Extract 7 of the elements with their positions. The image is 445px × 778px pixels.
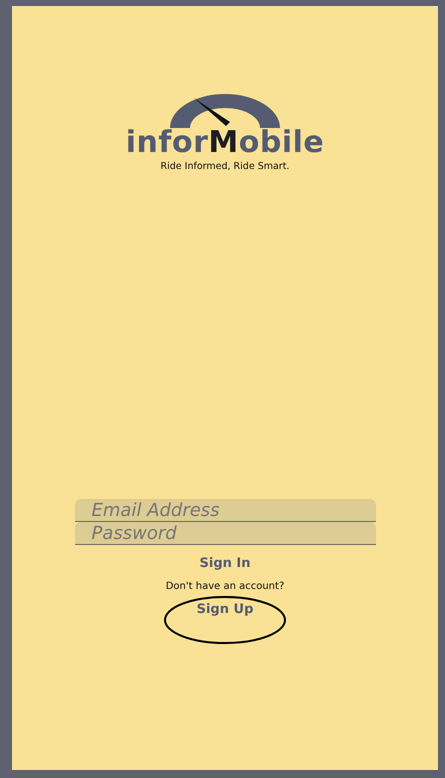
logo-wordmark: inforMobile xyxy=(126,128,324,158)
sign-up-button[interactable]: Sign Up xyxy=(196,600,254,618)
email-field[interactable]: Email Address xyxy=(74,499,376,522)
sign-in-button[interactable]: Sign In xyxy=(200,556,250,571)
account-prompt: Don't have an account? xyxy=(166,581,284,592)
tagline: Ride Informed, Ride Smart. xyxy=(160,161,290,172)
password-field[interactable]: Password xyxy=(74,522,376,545)
